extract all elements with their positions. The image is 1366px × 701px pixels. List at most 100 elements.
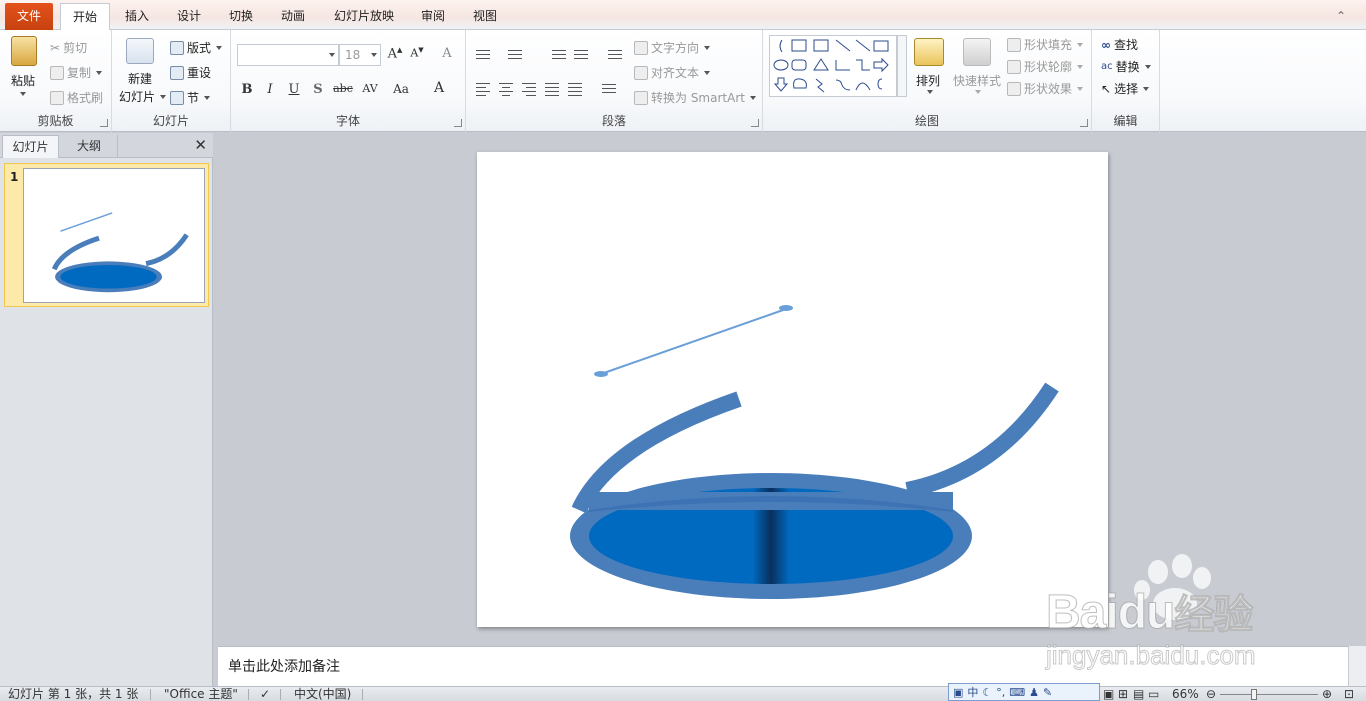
shrink-font-button[interactable]: A▼: [407, 46, 427, 60]
language[interactable]: 中文(中国): [294, 687, 351, 701]
replace-button[interactable]: ac 替换: [1101, 58, 1151, 75]
change-case-button[interactable]: Aa: [389, 82, 413, 96]
user-icon[interactable]: ♟: [1029, 686, 1039, 699]
ime-logo-icon[interactable]: ▣: [953, 686, 963, 699]
close-icon[interactable]: ✕: [194, 136, 207, 154]
new-slide-button[interactable]: 新建: [128, 70, 152, 87]
paste-button[interactable]: 粘贴: [11, 72, 35, 89]
arrange-icon[interactable]: [914, 38, 944, 66]
grow-font-button[interactable]: A▲: [385, 46, 405, 61]
new-slide-dropdown[interactable]: 幻灯片: [119, 88, 167, 105]
tab-insert[interactable]: 插入: [114, 3, 160, 30]
quick-styles-button[interactable]: 快速样式: [953, 72, 1001, 89]
zoom-level[interactable]: 66%: [1172, 687, 1199, 701]
arrange-dropdown-icon[interactable]: [925, 90, 933, 94]
moon-icon[interactable]: ☾: [982, 686, 992, 699]
increase-indent-icon[interactable]: [572, 48, 590, 62]
char-spacing-button[interactable]: AV: [358, 82, 382, 95]
find-button[interactable]: ∞ 查找: [1101, 36, 1138, 53]
line-spacing-icon[interactable]: [606, 48, 624, 62]
shape-outline-button[interactable]: 形状轮廓: [1007, 58, 1084, 75]
font-size-combo[interactable]: 18: [339, 44, 381, 66]
copy-button[interactable]: 复制: [50, 64, 103, 81]
shape-fill-button[interactable]: 形状填充: [1007, 36, 1084, 53]
justify-icon[interactable]: [543, 82, 561, 96]
columns-icon[interactable]: [600, 82, 618, 96]
right-curve-shape[interactable]: [905, 382, 1059, 498]
ime-toolbar[interactable]: ▣ 中 ☾ °, ⌨ ♟ ✎: [948, 683, 1100, 701]
fit-slide-icon[interactable]: ⊡: [1344, 687, 1354, 701]
text-direction-button[interactable]: 文字方向: [634, 39, 711, 56]
slideshow-view-icon[interactable]: ▭: [1148, 687, 1159, 701]
replace-icon: ac: [1101, 61, 1113, 72]
ribbon-minimize-icon[interactable]: ⌃: [1336, 9, 1346, 23]
align-left-icon[interactable]: [474, 82, 492, 96]
underline-button[interactable]: U: [284, 82, 304, 97]
reading-view-icon[interactable]: ▤: [1133, 687, 1144, 701]
paste-icon[interactable]: [11, 36, 37, 66]
quick-styles-dropdown-icon[interactable]: [973, 90, 981, 94]
select-button[interactable]: ↖ 选择: [1101, 80, 1150, 97]
arrange-button[interactable]: 排列: [916, 72, 940, 89]
tab-view[interactable]: 视图: [462, 3, 508, 30]
tab-animations[interactable]: 动画: [270, 3, 316, 30]
decrease-indent-icon[interactable]: [550, 48, 568, 62]
tab-file[interactable]: 文件: [5, 3, 53, 30]
tab-slides[interactable]: 幻灯片: [2, 135, 59, 158]
drawing-launcher-icon[interactable]: [1080, 119, 1088, 127]
slide-thumbnail-item[interactable]: 1: [4, 163, 209, 307]
new-slide-icon[interactable]: [126, 38, 154, 64]
keyboard-icon[interactable]: ⌨: [1009, 686, 1025, 699]
font-color-button[interactable]: A: [429, 80, 449, 96]
straight-line-shape[interactable]: [594, 305, 793, 377]
quick-styles-icon[interactable]: [963, 38, 991, 66]
shapes-gallery[interactable]: [769, 35, 897, 97]
layout-button[interactable]: 版式: [170, 39, 223, 56]
theme-name[interactable]: "Office 主题": [164, 687, 238, 701]
shape-effects-button[interactable]: 形状效果: [1007, 80, 1084, 97]
shapes-gallery-scroll[interactable]: [897, 35, 907, 97]
bold-button[interactable]: B: [237, 82, 257, 97]
zoom-slider-handle[interactable]: [1251, 689, 1257, 700]
paragraph-launcher-icon[interactable]: [751, 119, 759, 127]
tab-review[interactable]: 审阅: [410, 3, 456, 30]
tab-outline[interactable]: 大纲: [61, 135, 118, 158]
section-button[interactable]: 节: [170, 89, 211, 106]
zoom-out-icon[interactable]: ⊖: [1206, 687, 1216, 701]
notes-scrollbar[interactable]: [1348, 646, 1366, 686]
zoom-in-icon[interactable]: ⊕: [1322, 687, 1332, 701]
paste-dropdown-icon[interactable]: [18, 92, 26, 96]
italic-button[interactable]: I: [260, 82, 280, 97]
wrench-icon[interactable]: ✎: [1043, 686, 1052, 699]
tab-transitions[interactable]: 切换: [218, 3, 264, 30]
slide-canvas[interactable]: [477, 152, 1108, 627]
normal-view-icon[interactable]: ▣: [1103, 687, 1114, 701]
clear-formatting-button[interactable]: A: [437, 46, 457, 61]
spell-check-icon[interactable]: ✓: [260, 687, 270, 701]
bullets-icon[interactable]: [474, 48, 492, 62]
align-right-icon[interactable]: [520, 82, 538, 96]
distributed-icon[interactable]: [566, 82, 584, 96]
tab-slideshow[interactable]: 幻灯片放映: [326, 3, 402, 30]
slide-thumbnail[interactable]: [23, 168, 205, 303]
font-name-combo[interactable]: [237, 44, 339, 66]
shadow-button[interactable]: S: [308, 82, 328, 97]
slide-sorter-icon[interactable]: ⊞: [1118, 687, 1128, 701]
cylinder-ring-shape[interactable]: [570, 473, 972, 599]
numbering-icon[interactable]: [506, 48, 524, 62]
strikethrough-button[interactable]: abc: [331, 82, 355, 95]
font-launcher-icon[interactable]: [454, 119, 462, 127]
format-painter-button[interactable]: 格式刷: [50, 89, 103, 106]
notes-pane[interactable]: 单击此处添加备注: [218, 646, 1348, 686]
align-text-button[interactable]: 对齐文本: [634, 64, 711, 81]
smartart-button[interactable]: 转换为 SmartArt: [634, 89, 756, 106]
tab-home[interactable]: 开始: [60, 3, 110, 31]
ime-mode[interactable]: 中: [967, 684, 978, 700]
zoom-slider[interactable]: [1220, 694, 1318, 695]
tab-design[interactable]: 设计: [166, 3, 212, 30]
align-center-icon[interactable]: [497, 82, 515, 96]
punctuation-icon[interactable]: °,: [996, 686, 1005, 699]
cut-button[interactable]: ✂ 剪切: [50, 39, 87, 56]
clipboard-launcher-icon[interactable]: [100, 119, 108, 127]
reset-button[interactable]: 重设: [170, 64, 211, 81]
